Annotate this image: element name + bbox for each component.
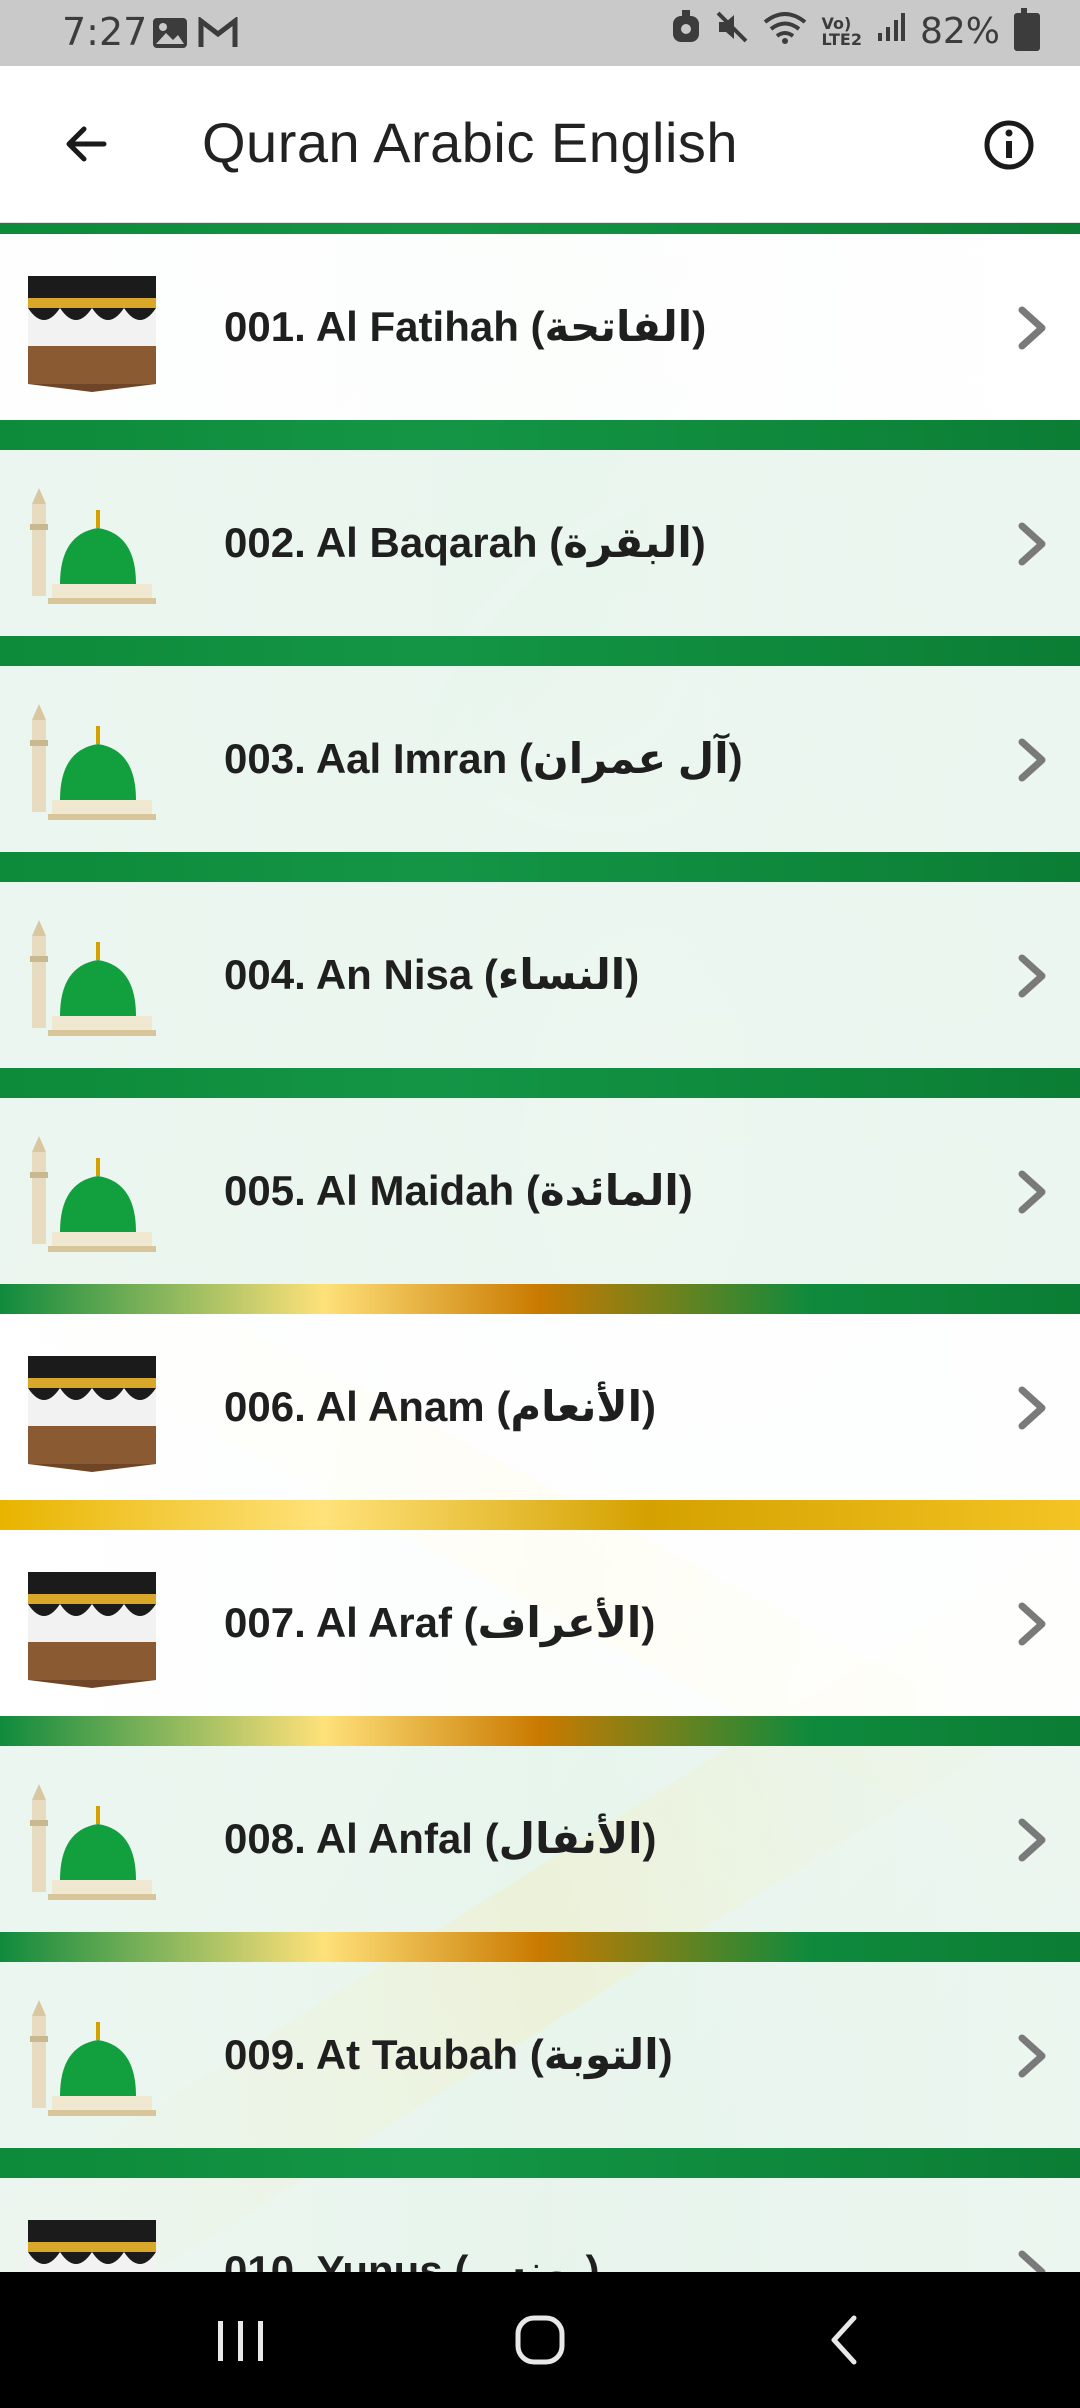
surah-title: 005. Al Maidah (المائدة) [224,1167,693,1214]
arrow-left-icon [66,126,107,162]
green-dome-mosque-icon [30,488,156,604]
row-separator [0,1284,1080,1314]
image-icon [152,14,188,52]
green-dome-mosque-icon [30,2000,156,2116]
green-dome-mosque-icon [30,1136,156,1252]
chevron-right-icon [1018,2034,1046,2078]
page-title: Quran Arabic English [202,111,739,174]
surah-row-6[interactable]: 006. Al Anam (الأنعام) [0,1314,1080,1500]
surah-title: 010. Yunus (يونس) [224,2247,600,2272]
chevron-right-icon [1018,738,1046,782]
surah-row-5[interactable]: 005. Al Maidah (المائدة) [0,1098,1080,1284]
row-separator [0,222,1080,234]
home-button[interactable] [480,2300,600,2380]
chevron-right-icon [1018,1386,1046,1430]
app-bar: Quran Arabic English [0,66,1080,223]
surah-title: 006. Al Anam (الأنعام) [224,1383,657,1430]
kaaba-icon [28,1572,156,1688]
system-navigation-bar [0,2272,1080,2408]
battery-level: 82% [919,11,1000,52]
wifi-icon [763,10,807,53]
volte-icon: Vo) LTE2 [821,13,862,49]
green-dome-mosque-icon [30,920,156,1036]
surah-title: 003. Aal Imran (آل عمران) [224,735,743,782]
kaaba-icon [28,276,156,392]
chevron-right-icon [1018,306,1046,350]
chevron-right-icon [1018,954,1046,998]
home-icon [515,2315,565,2365]
row-separator [0,2148,1080,2178]
row-separator [0,852,1080,882]
surah-row-2[interactable]: 002. Al Baqarah (البقرة) [0,450,1080,636]
chevron-right-icon [1018,1818,1046,1862]
row-separator [0,1932,1080,1962]
kaaba-icon [28,2220,156,2272]
recents-button[interactable] [180,2300,300,2380]
row-separator [0,1716,1080,1746]
surah-row-9[interactable]: 009. At Taubah (التوبة) [0,1962,1080,2148]
mute-icon [715,10,749,53]
surah-row-1[interactable]: 001. Al Fatihah (الفاتحة) [0,234,1080,420]
surah-row-10[interactable]: 010. Yunus (يونس) [0,2178,1080,2272]
row-separator [0,1500,1080,1530]
row-separator [0,636,1080,666]
info-icon [984,120,1034,170]
surah-title: 001. Al Fatihah (الفاتحة) [224,303,707,350]
chevron-right-icon [1018,1602,1046,1646]
green-dome-mosque-icon [30,1784,156,1900]
kaaba-icon [28,1356,156,1472]
system-back-button[interactable] [784,2300,904,2380]
surah-title: 007. Al Araf (الأعراف) [224,1599,656,1646]
status-time: 7:27 [62,10,148,54]
surah-title: 004. An Nisa (النساء) [224,951,640,998]
surah-list[interactable]: 001. Al Fatihah (الفاتحة) 002. Al Baqara… [0,222,1080,2272]
surah-row-3[interactable]: 003. Aal Imran (آل عمران) [0,666,1080,852]
status-bar: 7:27 Vo) LTE2 82% [0,0,1080,66]
green-dome-mosque-icon [30,704,156,820]
info-button[interactable] [974,110,1044,180]
row-separator [0,420,1080,450]
chevron-right-icon [1018,2250,1046,2272]
signal-icon [876,11,906,52]
surah-row-8[interactable]: 008. Al Anfal (الأنفال) [0,1746,1080,1932]
recents-icon [218,2321,263,2361]
surah-title: 008. Al Anfal (الأنفال) [224,1815,657,1862]
gmail-icon [198,14,238,52]
chevron-right-icon [1018,522,1046,566]
row-separator [0,1068,1080,1098]
surah-row-7[interactable]: 007. Al Araf (الأعراف) [0,1530,1080,1716]
back-chevron-icon [831,2315,857,2365]
surah-title: 009. At Taubah (التوبة) [224,2031,673,2078]
surah-row-4[interactable]: 004. An Nisa (النساء) [0,882,1080,1068]
surah-title: 002. Al Baqarah (البقرة) [224,519,706,566]
back-button[interactable] [48,106,124,182]
alarm-icon [671,10,701,53]
chevron-right-icon [1018,1170,1046,1214]
battery-icon [1014,7,1040,51]
